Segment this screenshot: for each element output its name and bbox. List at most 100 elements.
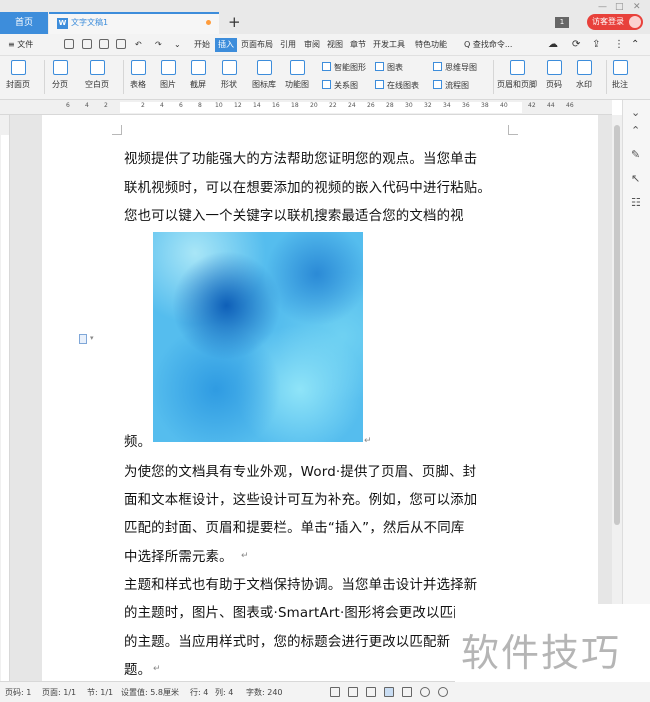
read-view-icon[interactable] — [402, 687, 412, 697]
doc-line-7[interactable]: 匹配的封面、页眉和提要栏。单击“插入”，然后从不同库 — [124, 516, 464, 536]
file-menu[interactable]: ≡ 文件 — [8, 38, 33, 52]
paragraph-mark-icon: ↵ — [364, 436, 372, 446]
horizontal-ruler[interactable]: 6 4 2 2 4 6 8 10 12 14 16 18 20 22 24 26… — [0, 100, 612, 115]
doc-line-6[interactable]: 面和文本框设计，这些设计可互为补充。例如，您可以添加 — [124, 488, 477, 508]
menu-review[interactable]: 审阅 — [304, 38, 320, 52]
comment-button[interactable]: 批注 — [612, 60, 628, 90]
avatar-icon — [629, 16, 641, 28]
status-row: 行: 4 — [190, 688, 209, 697]
maximize-icon[interactable]: □ — [615, 2, 624, 12]
web-view-icon[interactable] — [420, 687, 430, 697]
writer-icon: W — [57, 18, 68, 29]
add-tab-button[interactable]: + — [228, 12, 241, 32]
cloud-icon[interactable]: ☁ — [548, 38, 558, 52]
status-column: 列: 4 — [215, 688, 234, 697]
save-icon[interactable] — [64, 39, 74, 49]
paragraph-marker-icon[interactable] — [79, 334, 87, 344]
doc-line-2[interactable]: 联机视频时，可以在想要添加的视频的嵌入代码中进行粘贴。 — [124, 176, 491, 196]
page-count-badge: 1 — [555, 17, 569, 28]
menu-reference[interactable]: 引用 — [280, 38, 296, 52]
status-section: 节: 1/1 — [87, 688, 114, 697]
menu-features[interactable]: 特色功能 — [415, 38, 447, 52]
menu-chapter[interactable]: 章节 — [350, 38, 366, 52]
watermark-overlay: 软件技巧 — [455, 604, 650, 682]
status-word-count[interactable]: 字数: 240 — [246, 687, 283, 698]
menu-page-layout[interactable]: 页面布局 — [241, 38, 273, 52]
watermark-button[interactable]: 水印 — [576, 60, 592, 90]
shape-button[interactable]: 形状 — [221, 60, 237, 90]
unsaved-dot-icon — [206, 20, 211, 25]
paragraph-mark-icon: ↵ — [153, 664, 161, 674]
scroll-thumb[interactable] — [614, 125, 620, 525]
menu-insert[interactable]: 插入 — [215, 38, 237, 52]
menu-start[interactable]: 开始 — [194, 38, 210, 52]
settings-sliders-icon[interactable]: ☷ — [631, 196, 641, 209]
title-bar: 首页 W 文字文稿1 + — □ ✕ 1 访客登录 — [0, 0, 650, 34]
edit-view-icon[interactable] — [366, 687, 376, 697]
document-tab-label: 文字文稿1 — [71, 18, 109, 27]
export-pdf-icon[interactable] — [82, 39, 92, 49]
vertical-scrollbar[interactable] — [612, 115, 622, 681]
online-chart-button[interactable]: 在线图表 — [375, 80, 419, 91]
minimize-icon[interactable]: — — [598, 2, 607, 12]
tab-home[interactable]: 首页 — [0, 12, 48, 34]
doc-line-12[interactable]: 题。 — [124, 658, 151, 678]
search-command-input[interactable]: Q 查找命令... — [464, 38, 512, 52]
page-view-icon[interactable] — [384, 687, 394, 697]
fullscreen-icon[interactable] — [330, 687, 340, 697]
page-number-button[interactable]: 页码 — [546, 60, 562, 90]
guest-login-label: 访客登录 — [592, 17, 624, 26]
inserted-image[interactable] — [153, 232, 363, 442]
screenshot-button[interactable]: 截屏 — [190, 60, 206, 90]
more-menu-icon[interactable]: ⋮ — [614, 38, 624, 52]
blank-page-button[interactable]: 空白页 — [85, 60, 109, 90]
relation-chart-button[interactable]: 关系图 — [322, 80, 358, 91]
collapse-panel-icon[interactable]: ⌄ — [631, 106, 640, 119]
flowchart-button[interactable]: 流程图 — [433, 80, 469, 91]
doc-line-5[interactable]: 为使您的文档具有专业外观，Word·提供了页眉、页脚、封 — [124, 460, 476, 480]
paragraph-marker-caret-icon[interactable]: ▾ — [90, 334, 94, 342]
quick-access-more-icon[interactable]: ⌄ — [174, 38, 181, 52]
smart-graphic-button[interactable]: 智能图形 — [322, 62, 366, 73]
edit-pen-icon[interactable]: ✎ — [631, 148, 640, 161]
close-icon[interactable]: ✕ — [633, 2, 641, 12]
share-icon[interactable]: ⇪ — [592, 38, 600, 52]
header-footer-button[interactable]: 页眉和页脚 — [497, 60, 537, 90]
guest-login-button[interactable]: 访客登录 — [587, 14, 643, 30]
menu-bar: ≡ 文件 ↶ ↷ ⌄ 开始 插入 页面布局 引用 审阅 视图 章节 开发工具 特… — [0, 34, 650, 56]
eye-protect-icon[interactable] — [438, 687, 448, 697]
preview-icon[interactable] — [116, 39, 126, 49]
mind-map-button[interactable]: 思维导图 — [433, 62, 477, 73]
status-setting-value: 设置值: 5.8厘米 — [121, 688, 179, 697]
doc-line-11[interactable]: 的主题。当应用样式时，您的标题会进行更改以匹配新 — [124, 630, 450, 650]
collapse-ribbon-icon[interactable]: ⌃ — [631, 38, 639, 52]
print-icon[interactable] — [99, 39, 109, 49]
doc-line-10[interactable]: 的主题时，图片、图表或·SmartArt·图形将会更改以匹配新 — [124, 601, 480, 621]
cover-page-button[interactable]: 封面页 — [6, 60, 30, 90]
status-page-number: 页码: 1 — [5, 688, 32, 697]
menu-view[interactable]: 视图 — [327, 38, 343, 52]
sync-icon[interactable]: ⟳ — [572, 38, 580, 52]
picture-button[interactable]: 图片 — [160, 60, 176, 90]
icon-library-button[interactable]: 图标库 — [252, 60, 276, 90]
status-pages: 页面: 1/1 — [42, 688, 77, 697]
doc-line-1[interactable]: 视频提供了功能强大的方法帮助您证明您的观点。当您单击 — [124, 147, 477, 167]
doc-line-4[interactable]: 频。 — [124, 430, 151, 450]
select-cursor-icon[interactable]: ↖ — [631, 172, 640, 185]
outline-view-icon[interactable] — [348, 687, 358, 697]
tab-document[interactable]: W 文字文稿1 — [49, 12, 219, 34]
table-button[interactable]: 表格 — [130, 60, 146, 90]
menu-developer[interactable]: 开发工具 — [373, 38, 405, 52]
function-chart-button[interactable]: 功能图 — [285, 60, 309, 90]
doc-line-9[interactable]: 主题和样式也有助于文档保持协调。当您单击设计并选择新 — [124, 573, 477, 593]
status-bar: 页码: 1 页面: 1/1 节: 1/1 设置值: 5.8厘米 行: 4 列: … — [0, 681, 650, 702]
doc-line-3[interactable]: 您也可以键入一个关键字以联机搜索最适合您的文档的视 — [124, 204, 464, 224]
chart-button[interactable]: 图表 — [375, 62, 403, 73]
panel-up-icon[interactable]: ⌃ — [631, 124, 640, 137]
undo-icon[interactable]: ↶ — [135, 38, 142, 52]
watermark-text: 软件技巧 — [461, 631, 622, 675]
page-break-button[interactable]: 分页 — [52, 60, 68, 90]
redo-icon[interactable]: ↷ — [155, 38, 162, 52]
doc-line-8[interactable]: 中选择所需元素。 — [124, 545, 233, 565]
vertical-ruler[interactable] — [0, 115, 10, 681]
